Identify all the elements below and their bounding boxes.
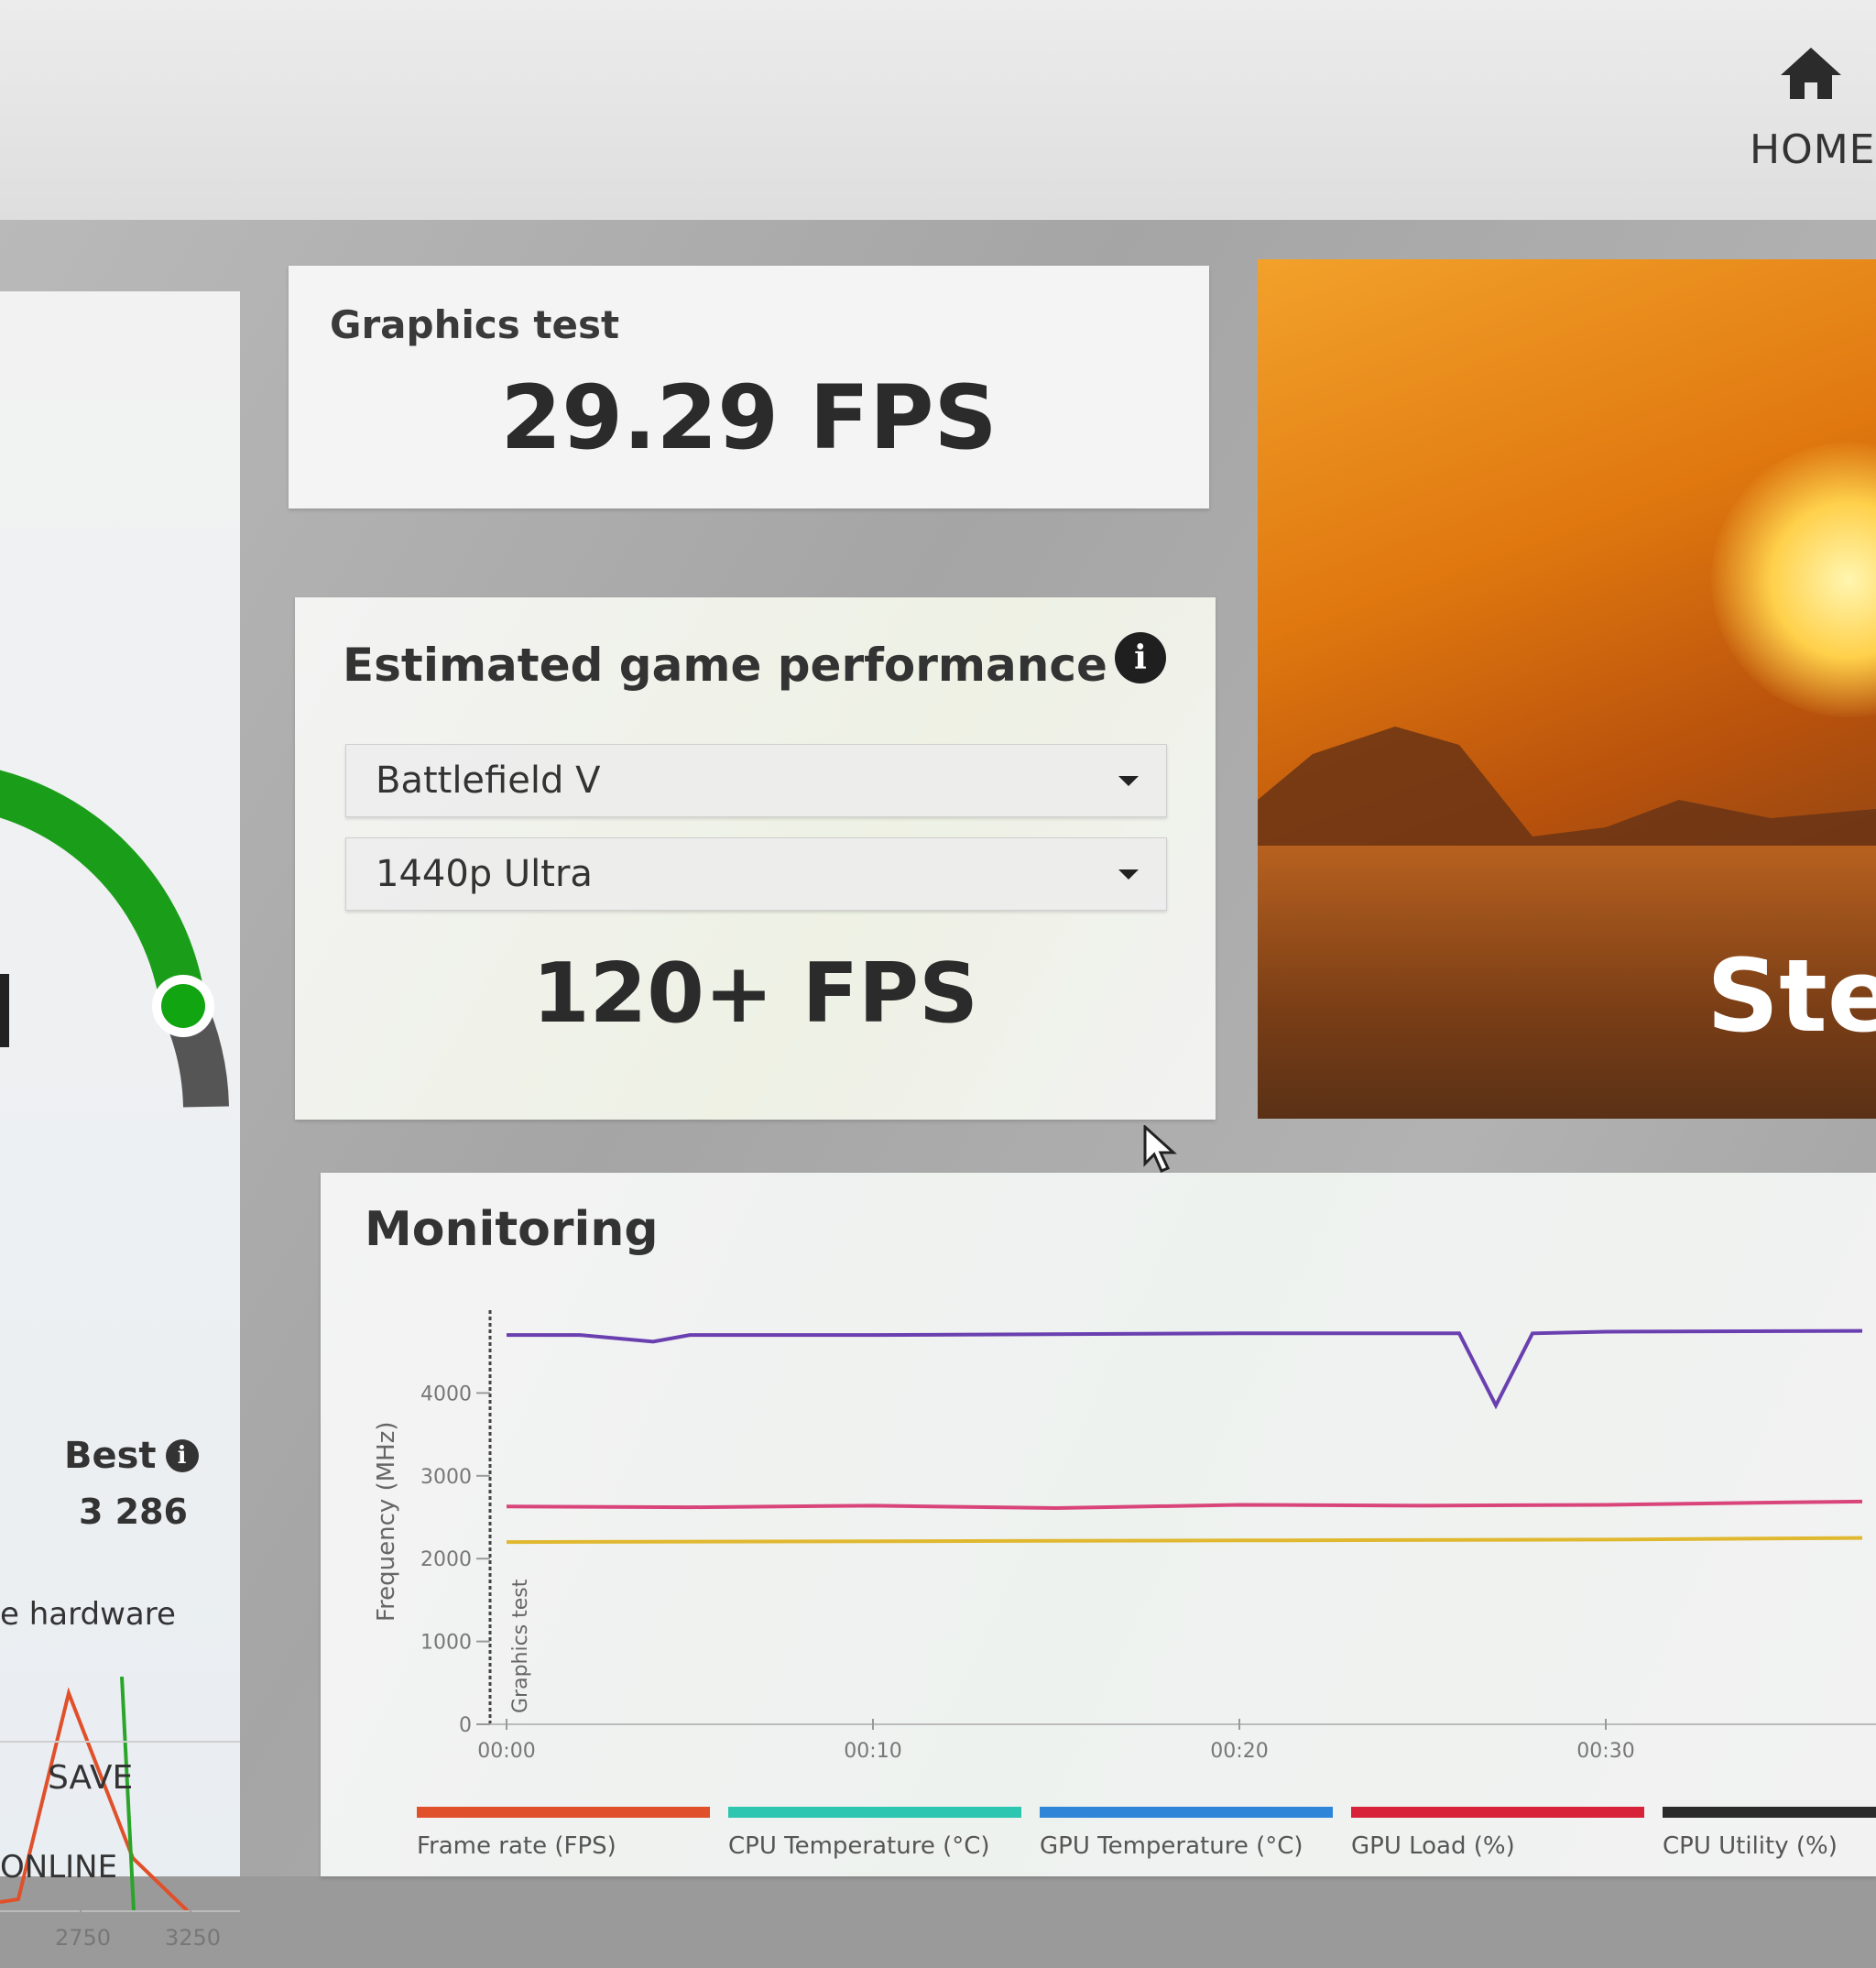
legend-swatch xyxy=(417,1807,710,1818)
x-tick-label: 00:20 xyxy=(1210,1740,1268,1763)
legend-swatch xyxy=(1663,1807,1876,1818)
legend-label: CPU Temperature (°C) xyxy=(728,1832,990,1860)
series-line xyxy=(506,1536,1863,1545)
series-line xyxy=(506,1499,1863,1511)
series-line xyxy=(507,1328,1863,1410)
monitoring-legend: Frame rate (FPS) CPU Temperature (°C) GPU … xyxy=(417,1807,1876,1871)
legend-swatch xyxy=(728,1807,1021,1818)
legend-label: GPU Temperature (°C) xyxy=(1040,1832,1303,1860)
preset-select[interactable]: 1440p Ultra xyxy=(345,837,1167,911)
caret-down-icon xyxy=(1118,776,1139,786)
legend-label: CPU Utility (%) xyxy=(1663,1832,1838,1860)
x-tick-label: 00:00 xyxy=(477,1740,535,1763)
x-tick-label: 00:10 xyxy=(844,1740,901,1763)
graphics-test-card: Graphics test 29.29 FPS xyxy=(289,266,1209,508)
legend-label: Frame rate (FPS) xyxy=(417,1832,616,1860)
distribution-tick: 2750 xyxy=(55,1925,111,1951)
game-banner-title: Stee xyxy=(1707,937,1876,1055)
info-icon[interactable]: i xyxy=(1115,632,1166,683)
y-tick-label: 3000 xyxy=(420,1466,472,1489)
caret-down-icon xyxy=(1118,869,1139,880)
legend-label: GPU Load (%) xyxy=(1351,1832,1515,1860)
estimated-fps-value: 120+ FPS xyxy=(532,946,978,1042)
y-tick-label: 2000 xyxy=(420,1548,472,1571)
legend-swatch xyxy=(1040,1807,1333,1818)
home-icon xyxy=(1781,48,1841,99)
distribution-tick: 3250 xyxy=(165,1925,221,1951)
graphics-test-marker-label: Graphics test xyxy=(509,1579,532,1713)
monitoring-chart: Frequency (MHz) 4000 3000 2000 1000 0 Graphics… xyxy=(373,1310,1876,1763)
home-button[interactable]: HOME xyxy=(1740,46,1876,183)
egp-title: Estimated game performance xyxy=(343,639,1107,692)
best-score-label: Best i xyxy=(64,1435,199,1477)
game-select[interactable]: Battlefield V xyxy=(345,744,1167,817)
online-button[interactable]: ONLINE xyxy=(0,1849,117,1886)
top-bar: HOME xyxy=(0,0,1876,220)
score-gauge xyxy=(0,770,229,1108)
save-button[interactable]: SAVE xyxy=(0,1741,240,1816)
score-distribution-chart: 2750 3250 xyxy=(0,1676,240,1951)
y-tick-label: 1000 xyxy=(420,1632,472,1655)
estimated-game-performance-card: Estimated game performance i Battlefield… xyxy=(295,597,1216,1120)
monitoring-card: Monitoring Frequency (MHz) 4000 3000 2000 10… xyxy=(321,1173,1876,1876)
score-panel: Best i 3 286 e hardware 2750 3250 SAVE O… xyxy=(0,291,240,1951)
info-icon[interactable]: i xyxy=(165,1439,199,1472)
graphics-test-title: Graphics test xyxy=(330,302,620,347)
y-tick-label: 0 xyxy=(459,1714,472,1737)
hardware-text: e hardware xyxy=(0,1596,176,1633)
legend-swatch xyxy=(1351,1807,1644,1818)
x-tick-label: 00:30 xyxy=(1576,1740,1634,1763)
y-tick-label: 4000 xyxy=(420,1383,472,1405)
game-banner-image[interactable]: Stee xyxy=(1258,259,1876,1119)
best-score-value: 3 286 xyxy=(79,1492,188,1532)
y-axis-label: Frequency (MHz) xyxy=(373,1422,400,1623)
sun-glow xyxy=(1711,443,1876,717)
mouse-cursor-icon xyxy=(1143,1125,1177,1173)
home-label: HOME xyxy=(1750,126,1876,173)
graphics-test-value: 29.29 FPS xyxy=(500,366,998,469)
